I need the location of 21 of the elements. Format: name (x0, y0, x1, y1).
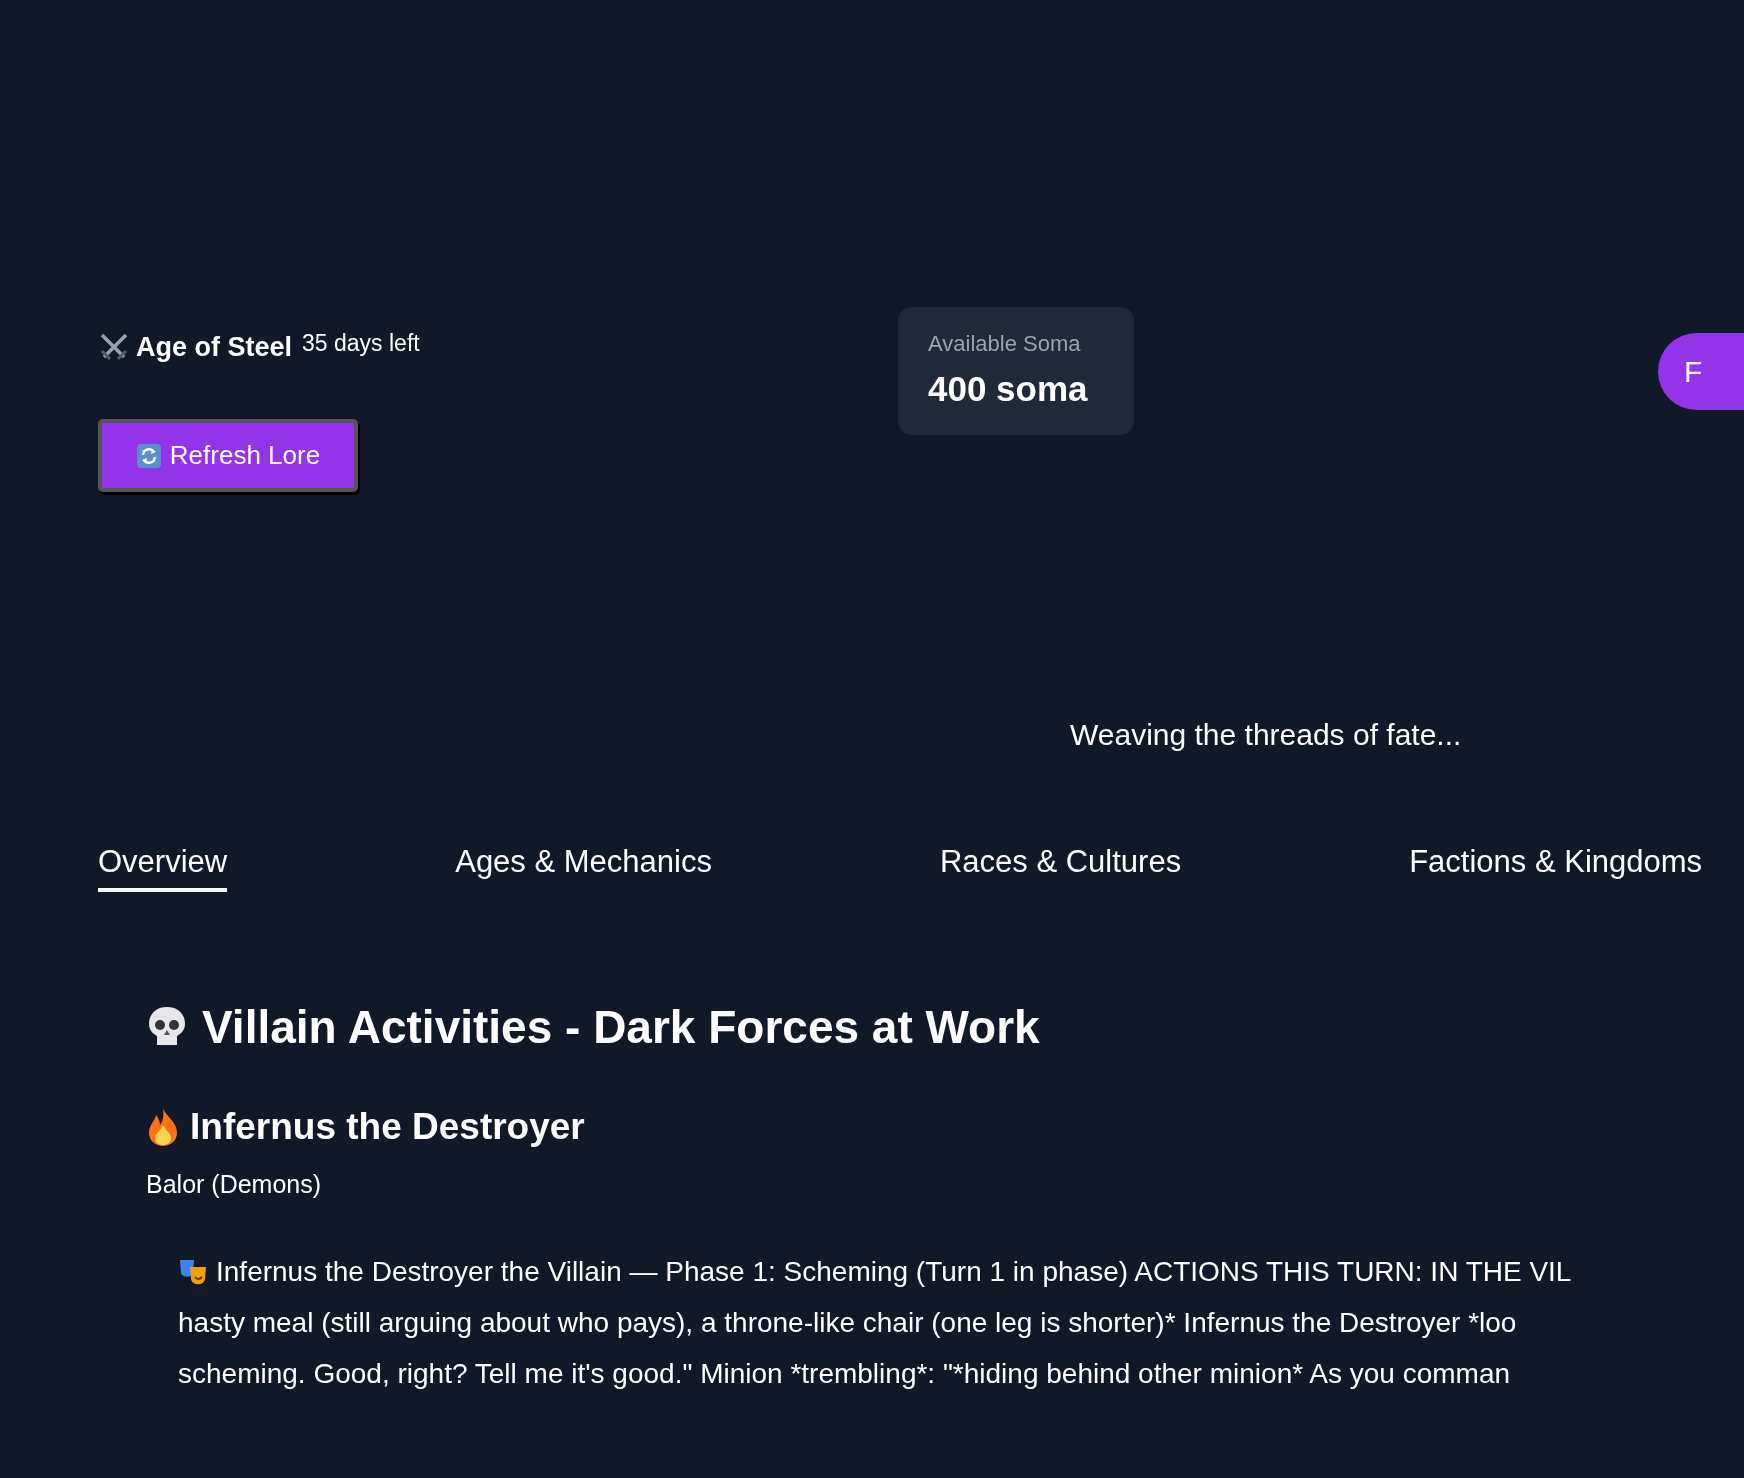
tab[interactable]: Factions & Kingdoms (1409, 844, 1703, 892)
lore-text-line: Infernus the Destroyer the Villain — Phase 1: Scheming (Turn 1 in phase) ACTIONS THIS TURN: IN THE VIL (216, 1255, 1572, 1289)
age-title: Age of Steel (136, 331, 293, 363)
tab[interactable]: Ages & Mechanics (455, 844, 712, 892)
tab[interactable]: Overview (98, 844, 228, 892)
theater-masks-icon (178, 1257, 208, 1287)
villain-race: Balor (Demons) (146, 1170, 323, 1199)
refresh-lore-button[interactable]: Refresh Lore (98, 419, 358, 492)
villain-name: Infernus the Destroyer (190, 1106, 585, 1148)
days-left-text: 35 days left (302, 329, 420, 357)
soma-value: 400 soma (928, 369, 1089, 409)
crossed-swords-icon (98, 331, 130, 363)
lore-text-line: scheming. Good, right? Tell me it's good." Minion *trembling*: "*hiding behind other minion* As you comman (178, 1357, 1511, 1391)
soma-label: Available Soma (928, 331, 1082, 357)
flame-icon (146, 1107, 180, 1147)
loading-text: Weaving the threads of fate... (1070, 718, 1463, 752)
profile-button[interactable]: F (1658, 333, 1744, 410)
refresh-icon (135, 442, 162, 469)
lore-text-line: hasty meal (still arguing about who pays), a throne-like chair (one leg is shorter)* Infernus the Destroyer *loo (178, 1306, 1517, 1340)
tab[interactable]: Races & Cultures (939, 844, 1182, 892)
section-title: Villain Activities - Dark Forces at Work (202, 1000, 1040, 1054)
